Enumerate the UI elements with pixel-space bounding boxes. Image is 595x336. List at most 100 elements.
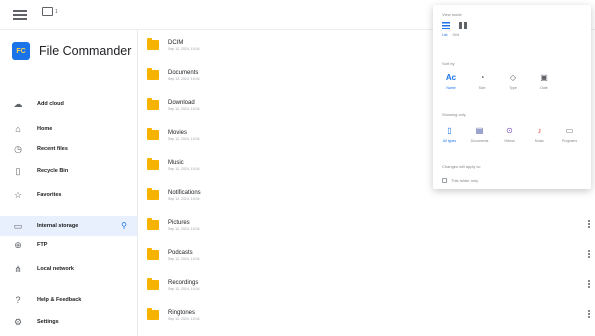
sidebar-item-ftp[interactable]: ⊕ FTP [0,235,137,255]
gear-icon: ⚙ [13,316,23,327]
file-name: Notifications [168,189,201,196]
sort-type-option[interactable]: ◇ Type [500,73,526,90]
sidebar-item-home[interactable]: ⌂ Home [0,119,137,139]
sort-options: Aᴄ Name ◔ Size ◇ Type ▣ Date [438,73,588,90]
file-name: Download [168,99,195,106]
file-name: Documents [168,69,199,76]
file-name: Ringtones [168,309,196,316]
filter-documents[interactable]: ▤ Documents [466,126,493,143]
home-icon: ⌂ [15,124,21,134]
filter-music[interactable]: ♪ Music [526,126,553,143]
grid-view-icon[interactable] [459,22,467,29]
trash-icon: ▯ [15,165,21,176]
filter-label: Videos [504,139,515,143]
sort-date-option[interactable]: ▣ Date [531,73,557,90]
apply-option-label: This folder only [451,178,479,183]
list-item[interactable]: Ringtones Sep 12, 2024, 10:04 [138,300,595,330]
file-info: Documents Sep 12, 2024, 10:04 [168,70,200,81]
list-item[interactable]: Pictures Sep 12, 2024, 10:04 [138,210,595,240]
more-options-icon[interactable] [588,250,591,258]
file-date: Sep 12, 2024, 10:04 [168,256,200,261]
file-info: Music Sep 12, 2024, 10:04 [168,160,200,171]
file-info: Download Sep 12, 2024, 10:04 [168,100,200,111]
filter-label: All types [442,139,457,143]
file-type-filters: ▯ All types ▤ Documents ⊙ Videos ♪ Music… [436,126,590,143]
file-date: Sep 12, 2024, 10:04 [168,226,200,231]
sidebar-item-favorites[interactable]: ☆ Favorites [0,185,137,205]
list-view-icon[interactable] [442,22,450,29]
folder-icon [147,278,159,290]
filter-programs[interactable]: ▭ Programs [556,126,583,143]
selection-count: 1 [55,8,58,15]
sidebar-item-label: Settings [37,319,59,325]
sidebar-item-label: Internal storage [37,223,79,229]
more-options-icon[interactable] [588,280,591,288]
folder-icon [147,248,159,260]
apply-this-folder-option[interactable]: This folder only [442,178,478,183]
folder-icon [147,158,159,170]
folder-icon [147,188,159,200]
file-info: Pictures Sep 12, 2024, 10:04 [168,220,200,231]
sidebar-item-label: FTP [37,242,48,248]
apply-title: Changes will apply to: [442,164,481,169]
filter-all-types[interactable]: ▯ All types [436,126,463,143]
file-name: Music [168,159,184,166]
sort-size-option[interactable]: ◔ Size [469,73,495,90]
file-name: Podcasts [168,249,193,256]
folder-icon [147,308,159,320]
file-name: Recordings [168,279,199,286]
showing-only-title: Showing only [442,112,466,117]
sidebar-item-label: Local network [37,266,74,272]
view-mode-grid-label[interactable]: Grid [452,33,459,37]
sidebar-item-internal-storage[interactable]: ▭ Internal storage ⚲ [0,216,137,236]
file-name: DCIM [168,39,184,46]
view-mode-list-label[interactable]: List [442,33,447,37]
video-icon: ⊙ [506,126,513,135]
app-logo: FC [12,42,30,60]
more-options-icon[interactable] [588,220,591,228]
sort-label: Type [509,86,517,90]
list-item[interactable]: Podcasts Sep 12, 2024, 10:04 [138,240,595,270]
sidebar-item-local-network[interactable]: ⋔ Local network [0,259,137,279]
folder-icon [147,38,159,50]
sidebar-item-label: Favorites [37,192,62,198]
sort-label: Name [446,86,456,90]
sidebar-item-help-feedback[interactable]: ? Help & Feedback [0,290,137,310]
sidebar-item-recent-files[interactable]: ◷ Recent files [0,139,137,159]
sidebar-item-recycle-bin[interactable]: ▯ Recycle Bin [0,161,137,181]
checkbox-icon[interactable] [442,178,447,183]
file-info: Movies Sep 12, 2024, 10:04 [168,130,200,141]
filter-label: Documents [470,139,489,143]
file-date: Sep 12, 2024, 10:04 [168,166,200,171]
file-info: Ringtones Sep 12, 2024, 10:04 [168,310,200,321]
select-toggle-button[interactable]: 1 [42,7,58,16]
file-date: Sep 12, 2024, 10:04 [168,316,200,321]
folder-icon [147,218,159,230]
document-icon: ▤ [475,126,484,135]
sidebar-item-label: Recent files [37,146,68,152]
pin-icon[interactable]: ⚲ [121,221,127,230]
file-info: Recordings Sep 12, 2024, 10:04 [168,280,200,291]
hamburger-menu-icon[interactable] [13,10,27,20]
view-mode-group [442,22,467,29]
sort-name-option[interactable]: Aᴄ Name [438,73,464,90]
filter-videos[interactable]: ⊙ Videos [496,126,523,143]
file-date: Sep 12, 2024, 10:04 [168,136,200,141]
sidebar-item-label: Recycle Bin [37,168,69,174]
file-info: Notifications Sep 12, 2024, 10:04 [168,190,201,201]
size-icon: ◔ [479,73,485,82]
app-name: File Commander [39,44,132,58]
file-date: Sep 12, 2024, 10:04 [168,76,200,81]
filter-label: Programs [561,139,578,143]
view-options-panel: View mode List Grid Sort by Aᴄ Name ◔ Si… [433,5,591,189]
star-icon: ☆ [13,189,23,200]
music-icon: ♪ [537,126,542,135]
file-info: DCIM Sep 12, 2024, 10:04 [168,40,200,51]
sidebar-item-settings[interactable]: ⚙ Settings [0,312,137,332]
folder-icon [147,128,159,140]
network-icon: ⋔ [14,263,22,274]
folder-icon [147,68,159,80]
list-item[interactable]: Recordings Sep 12, 2024, 10:04 [138,270,595,300]
more-options-icon[interactable] [588,310,591,318]
sidebar-item-add-cloud[interactable]: ☁ Add cloud [0,94,137,114]
